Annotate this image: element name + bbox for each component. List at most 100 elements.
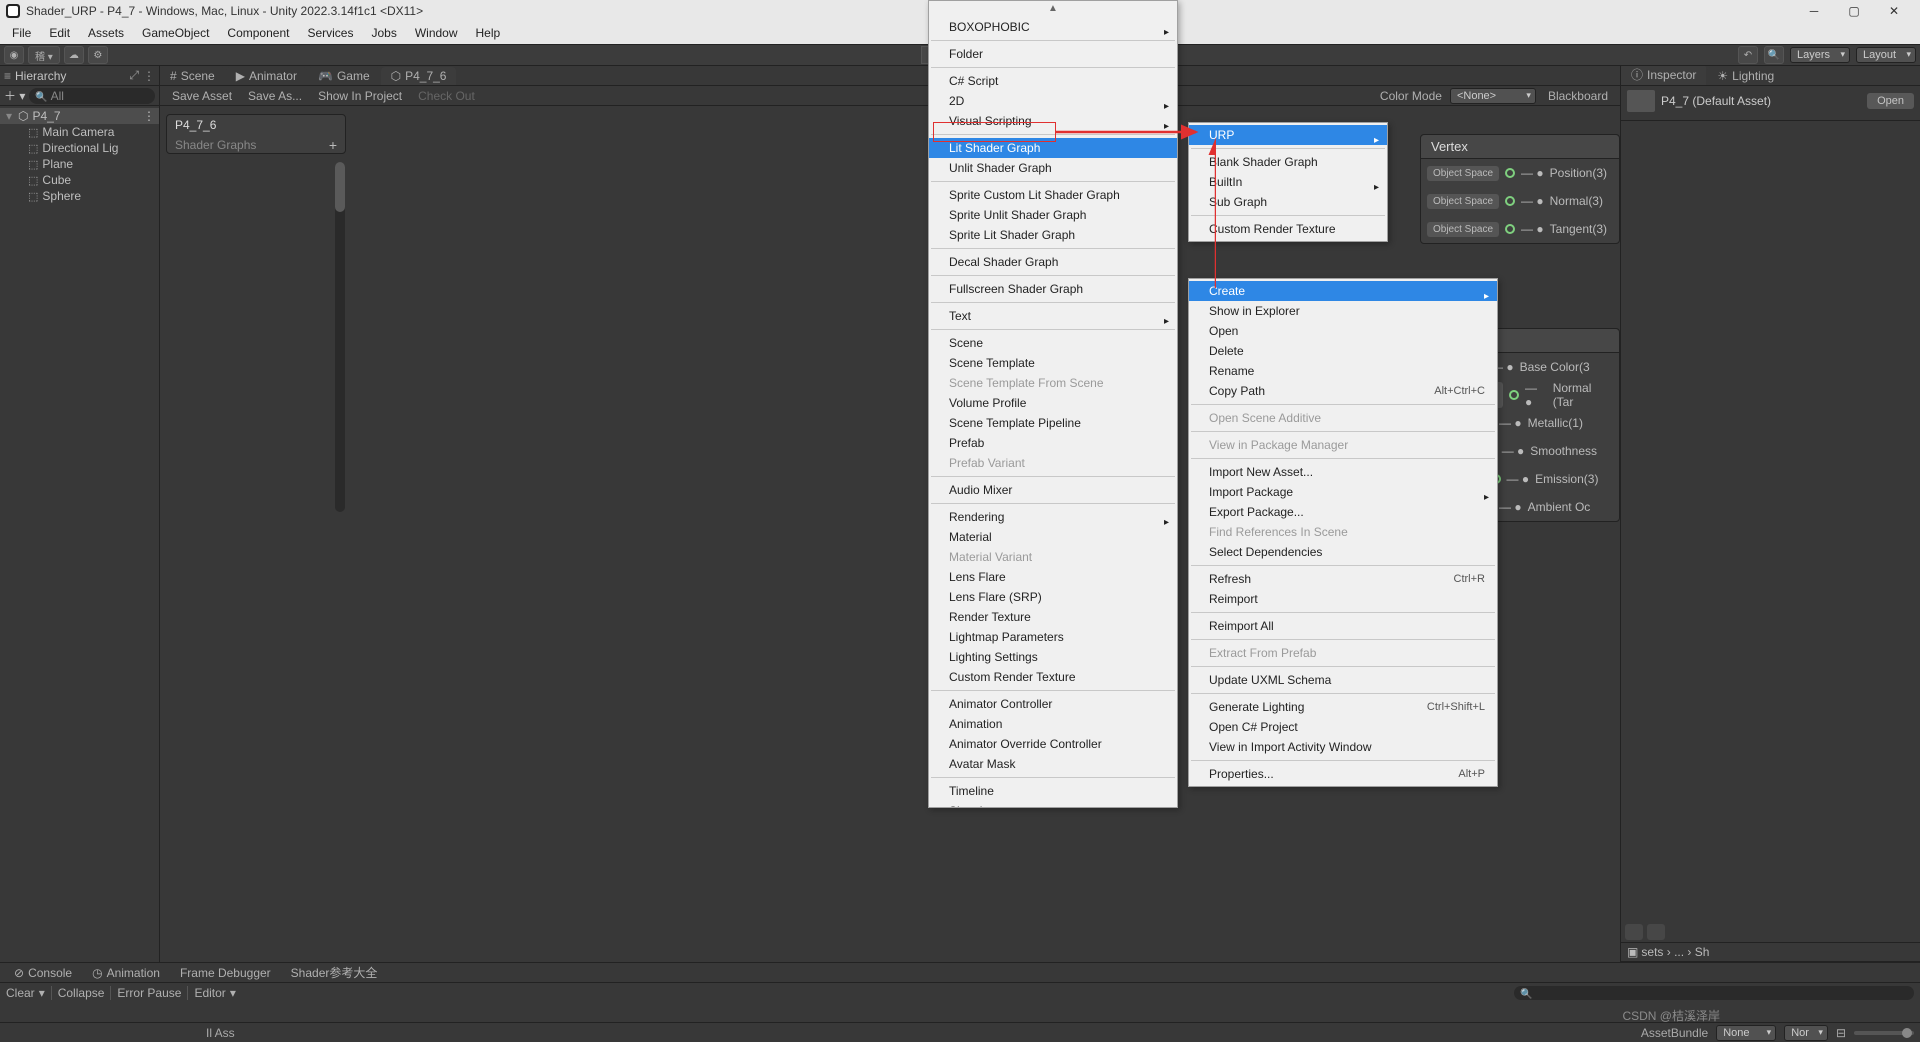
- menu-item[interactable]: Create: [1189, 281, 1497, 301]
- tab-scene[interactable]: #Scene: [160, 67, 225, 85]
- menu-item[interactable]: Decal Shader Graph: [929, 252, 1177, 272]
- footer-collapse-icon[interactable]: ⊟: [1836, 1026, 1846, 1040]
- menu-item[interactable]: Avatar Mask: [929, 754, 1177, 774]
- menu-gameobject[interactable]: GameObject: [134, 24, 217, 42]
- menu-item[interactable]: Scene Template Pipeline: [929, 413, 1177, 433]
- menu-item[interactable]: Properties...Alt+P: [1189, 764, 1497, 784]
- blackboard-window[interactable]: P4_7_6 Shader Graphs+: [166, 114, 346, 154]
- menu-item[interactable]: Visual Scripting: [929, 111, 1177, 131]
- menu-item[interactable]: Lightmap Parameters: [929, 627, 1177, 647]
- undo-history-button[interactable]: ↶: [1738, 46, 1758, 64]
- icon-size-slider[interactable]: [1854, 1031, 1914, 1035]
- assetbundle-dropdown[interactable]: None: [1716, 1025, 1776, 1041]
- menu-item[interactable]: Reimport: [1189, 589, 1497, 609]
- menu-assets[interactable]: Assets: [80, 24, 132, 42]
- menu-item[interactable]: Unlit Shader Graph: [929, 158, 1177, 178]
- menu-item[interactable]: RefreshCtrl+R: [1189, 569, 1497, 589]
- menu-item[interactable]: Delete: [1189, 341, 1497, 361]
- hierarchy-search[interactable]: 🔍 All: [29, 88, 155, 104]
- settings-button[interactable]: ⚙: [88, 46, 108, 64]
- account-button[interactable]: ◉: [4, 46, 24, 64]
- close-button[interactable]: ✕: [1874, 0, 1914, 22]
- menu-item[interactable]: Lighting Settings: [929, 647, 1177, 667]
- layers-dropdown[interactable]: Layers: [1790, 47, 1850, 63]
- menu-item[interactable]: Text: [929, 306, 1177, 326]
- menu-item[interactable]: Volume Profile: [929, 393, 1177, 413]
- scrollbar-thumb[interactable]: [335, 162, 345, 212]
- tree-item-camera[interactable]: ⬚Main Camera: [0, 124, 159, 140]
- save-asset-button[interactable]: Save Asset: [168, 87, 236, 105]
- tab-console[interactable]: ⊘Console: [6, 964, 80, 982]
- menu-item[interactable]: 2D: [929, 91, 1177, 111]
- graph-scrollbar[interactable]: [335, 162, 345, 512]
- menu-window[interactable]: Window: [407, 24, 466, 42]
- collapse-button[interactable]: Collapse: [58, 986, 105, 1000]
- menu-item[interactable]: Import New Asset...: [1189, 462, 1497, 482]
- menu-item[interactable]: Signal: [929, 801, 1177, 808]
- error-pause-button[interactable]: Error Pause: [117, 986, 181, 1000]
- menu-item[interactable]: View in Import Activity Window: [1189, 737, 1497, 757]
- menu-item[interactable]: Open: [1189, 321, 1497, 341]
- menu-item[interactable]: Audio Mixer: [929, 480, 1177, 500]
- menu-item[interactable]: Select Dependencies: [1189, 542, 1497, 562]
- menu-component[interactable]: Component: [219, 24, 297, 42]
- account-label-button[interactable]: 稽 ▾: [28, 46, 60, 64]
- menu-item[interactable]: Copy PathAlt+Ctrl+C: [1189, 381, 1497, 401]
- context-menu-create[interactable]: ▲ BOXOPHOBICFolderC# Script2DVisual Scri…: [928, 0, 1178, 808]
- vertex-node[interactable]: Vertex Object Space— ●Position(3) Object…: [1420, 134, 1620, 244]
- editor-dropdown[interactable]: Editor: [194, 986, 225, 1000]
- color-mode-dropdown[interactable]: <None>: [1450, 88, 1536, 104]
- menu-item[interactable]: Animation: [929, 714, 1177, 734]
- menu-item[interactable]: BuiltIn: [1189, 172, 1387, 192]
- tree-item-sphere[interactable]: ⬚Sphere: [0, 188, 159, 204]
- hierarchy-menu-icon[interactable]: ⋮: [143, 69, 155, 83]
- menu-item[interactable]: Import Package: [1189, 482, 1497, 502]
- bb-add-icon[interactable]: +: [329, 137, 337, 153]
- menu-item[interactable]: Animator Override Controller: [929, 734, 1177, 754]
- blackboard-toggle[interactable]: Blackboard: [1544, 87, 1612, 105]
- clear-button[interactable]: Clear: [6, 986, 35, 1000]
- menu-item[interactable]: C# Script: [929, 71, 1177, 91]
- menu-item[interactable]: Timeline: [929, 781, 1177, 801]
- menu-edit[interactable]: Edit: [41, 24, 78, 42]
- tree-scene-root[interactable]: ▾⬡ P4_7 ⋮: [0, 108, 159, 124]
- assetbundle-variant-dropdown[interactable]: Nor: [1784, 1025, 1828, 1041]
- vertex-row-normal[interactable]: Object Space— ●Normal(3): [1421, 187, 1619, 215]
- context-menu-shadergraph[interactable]: URPBlank Shader GraphBuiltInSub GraphCus…: [1188, 122, 1388, 242]
- menu-item[interactable]: Sprite Lit Shader Graph: [929, 225, 1177, 245]
- project-breadcrumb[interactable]: ▣ sets › ... › Sh: [1621, 943, 1920, 962]
- tab-framedebugger[interactable]: Frame Debugger: [172, 964, 279, 982]
- menu-item[interactable]: Lens Flare: [929, 567, 1177, 587]
- hierarchy-lock-icon[interactable]: ⤢: [129, 68, 139, 83]
- menu-item[interactable]: Scene: [929, 333, 1177, 353]
- tab-animator[interactable]: ▶Animator: [226, 67, 307, 85]
- menu-jobs[interactable]: Jobs: [363, 24, 404, 42]
- menu-item[interactable]: BOXOPHOBIC: [929, 17, 1177, 37]
- tab-shaderref[interactable]: Shader参考大全: [283, 962, 386, 983]
- minimize-button[interactable]: ─: [1794, 0, 1834, 22]
- menu-item[interactable]: Lens Flare (SRP): [929, 587, 1177, 607]
- tab-lighting[interactable]: ☀Lighting: [1707, 67, 1784, 85]
- menu-file[interactable]: File: [4, 24, 39, 42]
- menu-item[interactable]: Sprite Custom Lit Shader Graph: [929, 185, 1177, 205]
- menu-item[interactable]: Show in Explorer: [1189, 301, 1497, 321]
- tree-item-light[interactable]: ⬚Directional Lig: [0, 140, 159, 156]
- menu-item[interactable]: Reimport All: [1189, 616, 1497, 636]
- menu-item[interactable]: URP: [1189, 125, 1387, 145]
- menu-item[interactable]: Render Texture: [929, 607, 1177, 627]
- show-in-project-button[interactable]: Show In Project: [314, 87, 406, 105]
- menu-item[interactable]: Prefab: [929, 433, 1177, 453]
- cloud-button[interactable]: ☁: [64, 46, 84, 64]
- menu-item[interactable]: Fullscreen Shader Graph: [929, 279, 1177, 299]
- menu-item[interactable]: Generate LightingCtrl+Shift+L: [1189, 697, 1497, 717]
- open-button[interactable]: Open: [1867, 93, 1914, 109]
- menu-item[interactable]: Blank Shader Graph: [1189, 152, 1387, 172]
- layout-dropdown[interactable]: Layout: [1856, 47, 1916, 63]
- menu-item[interactable]: Custom Render Texture: [1189, 219, 1387, 239]
- save-as-button[interactable]: Save As...: [244, 87, 306, 105]
- menu-item[interactable]: Folder: [929, 44, 1177, 64]
- menu-item[interactable]: Update UXML Schema: [1189, 670, 1497, 690]
- tab-animation[interactable]: ◷Animation: [84, 964, 168, 982]
- tab-shadergraph[interactable]: ⬡P4_7_6: [381, 67, 457, 85]
- vertex-row-tangent[interactable]: Object Space— ●Tangent(3): [1421, 215, 1619, 243]
